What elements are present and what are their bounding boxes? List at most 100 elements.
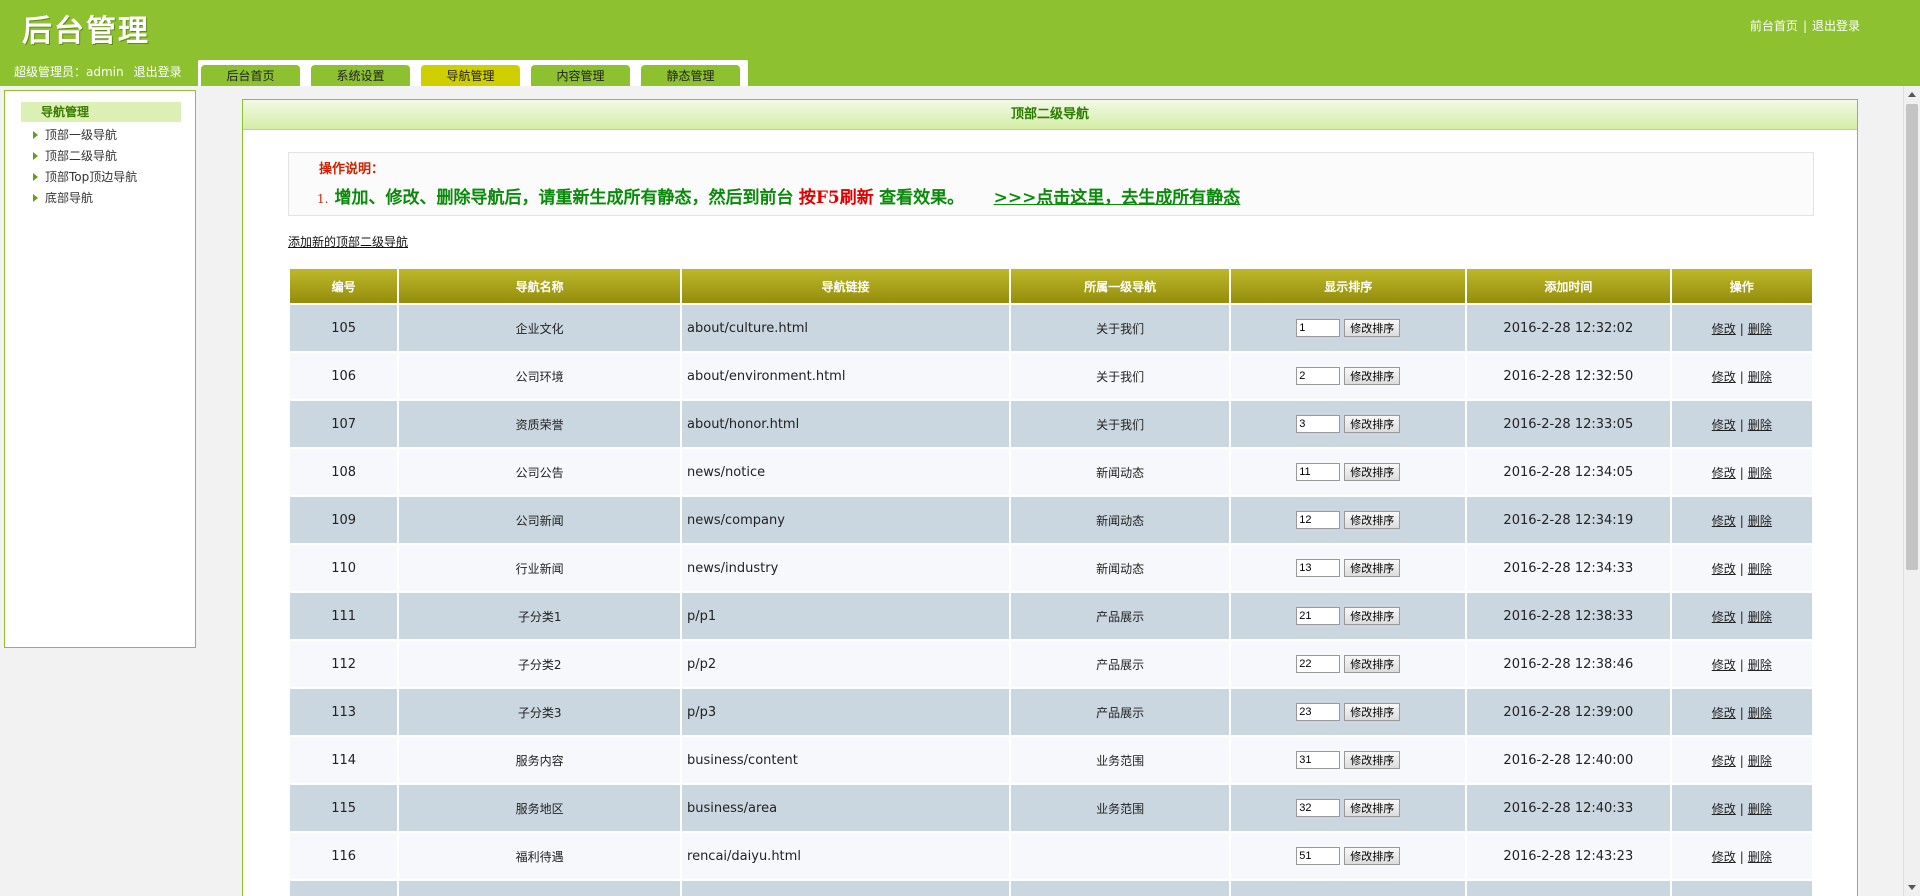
edit-link[interactable]: 修改 (1712, 754, 1736, 768)
notice-label: 操作说明： (319, 162, 385, 177)
edit-link[interactable]: 修改 (1712, 802, 1736, 816)
scroll-up-arrow-icon[interactable] (1908, 92, 1916, 97)
update-sort-button[interactable]: 修改排序 (1344, 847, 1401, 865)
edit-link[interactable]: 修改 (1712, 562, 1736, 576)
sort-order-input[interactable] (1296, 463, 1341, 481)
update-sort-button[interactable]: 修改排序 (1344, 511, 1401, 529)
user-logout-link[interactable]: 退出登录 (134, 65, 182, 79)
tab-content-management[interactable]: 内容管理 (531, 65, 630, 86)
delete-link[interactable]: 删除 (1748, 850, 1772, 864)
scroll-down-arrow-icon[interactable] (1908, 885, 1916, 890)
edit-link[interactable]: 修改 (1712, 658, 1736, 672)
sidebar-item-top-level1[interactable]: 顶部一级导航 (31, 125, 117, 145)
cell-parent: 业务范围 (1010, 737, 1230, 783)
table-row: 110行业新闻news/industry新闻动态 修改排序 2016-2-28 12… (290, 545, 1812, 591)
cell-parent: 产品展示 (1010, 641, 1230, 687)
cell-link: business/content (682, 737, 1009, 783)
header-bar: 后台管理 前台首页 | 退出登录 超级管理员：admin 退出登录 后台首页 系统设置… (0, 0, 1920, 86)
tab-admin-home[interactable]: 后台首页 (201, 65, 300, 86)
sidebar-item-bottom-nav[interactable]: 底部导航 (31, 188, 93, 208)
update-sort-button[interactable]: 修改排序 (1344, 463, 1401, 481)
update-sort-button[interactable]: 修改排序 (1344, 367, 1401, 385)
delete-link[interactable]: 删除 (1748, 802, 1772, 816)
sidebar-item-top-level2[interactable]: 顶部二级导航 (31, 146, 117, 166)
cell-parent: 产品展示 (1010, 593, 1230, 639)
edit-link[interactable]: 修改 (1712, 322, 1736, 336)
cell-ops (1671, 881, 1812, 896)
edit-link[interactable]: 修改 (1712, 418, 1736, 432)
col-header-time: 添加时间 (1467, 269, 1670, 303)
cell-time: 2016-2-28 12:34:05 (1467, 449, 1670, 495)
notice-number: 1. (317, 192, 329, 206)
sort-order-input[interactable] (1296, 703, 1341, 721)
admin-label: 超级管理员：admin (14, 65, 124, 79)
cell-id: 111 (290, 593, 398, 639)
tab-nav-management[interactable]: 导航管理 (421, 65, 520, 86)
update-sort-button[interactable]: 修改排序 (1344, 751, 1401, 769)
update-sort-button[interactable]: 修改排序 (1344, 559, 1401, 577)
cell-parent: 关于我们 (1010, 401, 1230, 447)
cell-link: news/company (682, 497, 1009, 543)
op-separator: | (1739, 849, 1744, 864)
sidebar-item-top-edge[interactable]: 顶部Top顶边导航 (31, 167, 137, 187)
add-nav-link[interactable]: 添加新的顶部二级导航 (288, 233, 408, 250)
cell-parent: 关于我们 (1010, 305, 1230, 351)
update-sort-button[interactable]: 修改排序 (1344, 319, 1401, 337)
sort-order-input[interactable] (1296, 751, 1341, 769)
delete-link[interactable]: 删除 (1748, 322, 1772, 336)
cell-ops: 修改 | 删除 (1671, 449, 1812, 495)
update-sort-button[interactable]: 修改排序 (1344, 799, 1401, 817)
delete-link[interactable]: 删除 (1748, 418, 1772, 432)
vertical-scrollbar[interactable] (1903, 86, 1920, 896)
top-logout-link[interactable]: 退出登录 (1812, 19, 1860, 33)
tab-system-settings[interactable]: 系统设置 (311, 65, 410, 86)
delete-link[interactable]: 删除 (1748, 466, 1772, 480)
front-home-link[interactable]: 前台首页 (1750, 19, 1798, 33)
cell-sort: 修改排序 (1231, 641, 1466, 687)
table-row: 111子分类1p/p1产品展示修改排序2016-2-28 12:38:33修改|… (290, 593, 1812, 639)
sort-order-input[interactable] (1296, 655, 1341, 673)
generate-static-link[interactable]: >>>点击这里，去生成所有静态 (994, 188, 1241, 208)
update-sort-button[interactable]: 修改排序 (1344, 655, 1401, 673)
delete-link[interactable]: 删除 (1748, 562, 1772, 576)
edit-link[interactable]: 修改 (1712, 850, 1736, 864)
cell-link: rencai/daiyu.html (682, 833, 1009, 879)
cell-ops: 修改 | 删除 (1671, 353, 1812, 399)
cell-name: 服务内容 (399, 737, 681, 783)
op-separator: | (1739, 801, 1744, 816)
cell-link: p/p3 (682, 689, 1009, 735)
delete-link[interactable]: 删除 (1748, 706, 1772, 720)
cell-id: 108 (290, 449, 398, 495)
cell-parent: 新闻动态 (1010, 545, 1230, 591)
sort-order-input[interactable] (1296, 415, 1341, 433)
delete-link[interactable]: 删除 (1748, 370, 1772, 384)
sort-order-input[interactable] (1296, 607, 1341, 625)
edit-link[interactable]: 修改 (1712, 706, 1736, 720)
scrollbar-thumb[interactable] (1906, 104, 1918, 570)
tab-static-management[interactable]: 静态管理 (641, 65, 740, 86)
sort-order-input[interactable] (1296, 511, 1341, 529)
edit-link[interactable]: 修改 (1712, 610, 1736, 624)
cell-name: 子分类3 (399, 689, 681, 735)
table-header-row: 编号 导航名称 导航链接 所属一级导航 显示排序 添加时间 操作 (290, 269, 1812, 303)
edit-link[interactable]: 修改 (1712, 370, 1736, 384)
edit-link[interactable]: 修改 (1712, 466, 1736, 480)
cell-time: 2016-2-28 12:34:19 (1467, 497, 1670, 543)
cell-time: 2016-2-28 12:33:05 (1467, 401, 1670, 447)
update-sort-button[interactable]: 修改排序 (1344, 415, 1401, 433)
cell-link: about/environment.html (682, 353, 1009, 399)
sort-order-input[interactable] (1296, 847, 1341, 865)
sort-order-input[interactable] (1296, 799, 1341, 817)
cell-time: 2016-2-28 12:32:50 (1467, 353, 1670, 399)
delete-link[interactable]: 删除 (1748, 754, 1772, 768)
delete-link[interactable]: 删除 (1748, 658, 1772, 672)
edit-link[interactable]: 修改 (1712, 514, 1736, 528)
update-sort-button[interactable]: 修改排序 (1344, 607, 1401, 625)
cell-name: 资质荣誉 (399, 401, 681, 447)
delete-link[interactable]: 删除 (1748, 514, 1772, 528)
sort-order-input[interactable] (1296, 367, 1341, 385)
sort-order-input[interactable] (1296, 319, 1341, 337)
delete-link[interactable]: 删除 (1748, 610, 1772, 624)
sort-order-input[interactable] (1296, 559, 1341, 577)
update-sort-button[interactable]: 修改排序 (1344, 703, 1401, 721)
